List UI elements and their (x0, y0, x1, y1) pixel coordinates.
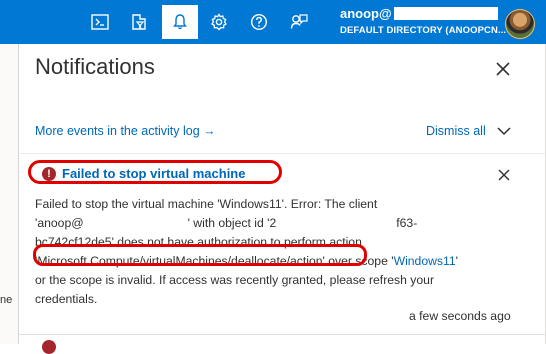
dismiss-notification-icon[interactable] (497, 168, 511, 182)
user-name: anoop@ (340, 7, 500, 21)
avatar[interactable] (505, 9, 535, 39)
directory-name: DEFAULT DIRECTORY (ANOOPCN... (340, 25, 507, 36)
message-fragment: f63- (396, 216, 418, 231)
feedback-button[interactable] (281, 5, 317, 39)
notification-card[interactable]: ! Failed to stop virtual machine Failed … (19, 154, 546, 335)
message-fragment: 'anoop@ (35, 216, 84, 231)
background-blade-text: ne (0, 294, 13, 306)
message-fragment: ' (455, 254, 458, 269)
close-icon[interactable] (493, 59, 513, 79)
help-button[interactable] (241, 5, 277, 39)
page-title: Notifications (35, 54, 155, 79)
chevron-down-icon[interactable] (496, 125, 512, 137)
notifications-icon (173, 14, 187, 30)
message-line: 'anoop@ ' with object id '2 f63- (35, 214, 529, 233)
message-line: or the scope is invalid. If access was r… (35, 273, 434, 288)
settings-button[interactable] (201, 5, 237, 39)
message-fragment: ' with object id '2 (187, 216, 277, 231)
cloud-shell-icon (91, 14, 109, 30)
cloud-shell-button[interactable] (82, 5, 118, 39)
scope-link[interactable]: Windows11 (394, 254, 456, 268)
error-icon (42, 340, 56, 354)
message-line: Failed to stop the virtual machine 'Wind… (35, 197, 378, 211)
action-highlight-annotation (33, 244, 367, 266)
dismiss-all-button[interactable]: Dismiss all (426, 124, 486, 138)
portal-top-bar: anoop@ DEFAULT DIRECTORY (ANOOPCN... (0, 0, 546, 44)
settings-icon (211, 13, 227, 31)
directory-filter-button[interactable] (121, 5, 157, 39)
help-icon (250, 13, 268, 31)
account-menu[interactable]: anoop@ DEFAULT DIRECTORY (ANOOPCN... (340, 7, 507, 39)
next-notification-card[interactable] (19, 335, 546, 344)
feedback-icon (290, 14, 308, 29)
directory-filter-icon (132, 14, 146, 30)
redacted-block (393, 7, 498, 20)
message-line: credentials. (35, 292, 98, 307)
activity-log-link[interactable]: More events in the activity log → (35, 124, 216, 138)
notification-timestamp: a few seconds ago (409, 309, 511, 323)
notifications-panel: Notifications More events in the activit… (19, 44, 546, 354)
title-highlight-annotation (28, 160, 282, 184)
notifications-button[interactable] (162, 5, 198, 39)
